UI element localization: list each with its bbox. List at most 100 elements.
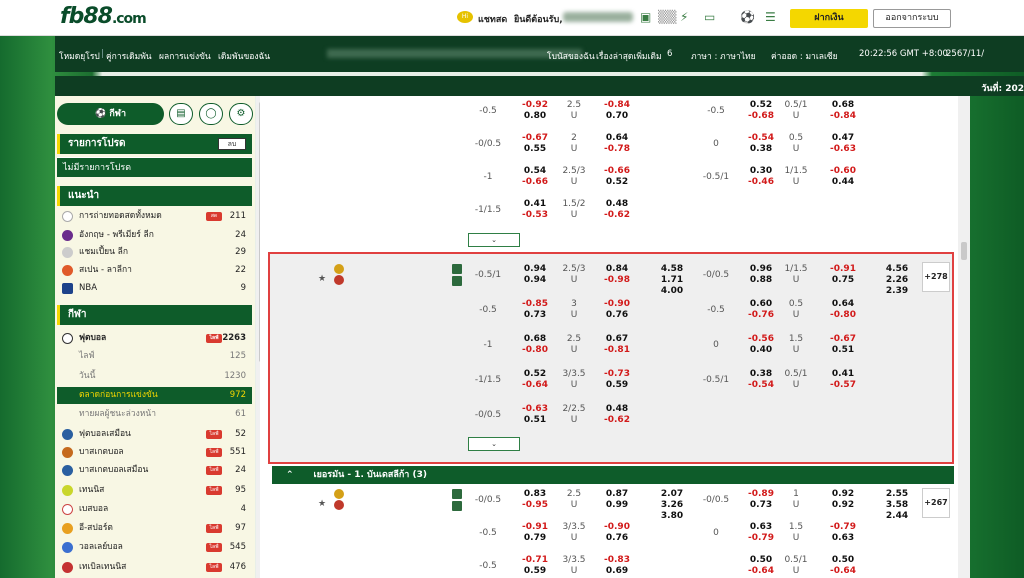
bet-slip-icon[interactable]: ▣ [640, 10, 651, 24]
sport-sub-prematch[interactable]: ตลาดก่อนการแข่งขัน 972 [57, 387, 252, 404]
clear-favorites-button[interactable]: ลบ [218, 138, 246, 150]
mobile-icon[interactable]: ▭ [704, 10, 715, 24]
rec-item-nba[interactable]: NBA 9 [57, 280, 252, 297]
rec-item-live[interactable]: การถ่ายทอดสดทั้งหมด สด 211 [57, 208, 252, 225]
odds-away[interactable]: -0.66 [515, 177, 555, 188]
half-odds-away[interactable]: -0.64 [741, 566, 781, 577]
odds-home[interactable]: -0.91 [515, 522, 555, 533]
rec-item-ucl[interactable]: แชมเปี้ยน ลีก 29 [57, 244, 252, 261]
half-odds-home[interactable]: 0.30 [741, 166, 781, 177]
odds-home[interactable]: -0.71 [515, 555, 555, 566]
sport-basketball[interactable]: บาสเกตบอล ไลฟ์ 551 [57, 444, 252, 461]
odds-away[interactable]: -0.95 [515, 500, 555, 511]
odds-home[interactable]: 0.83 [515, 489, 555, 500]
rec-item-epl[interactable]: อังกฤษ - พรีเมียร์ ลีก 24 [57, 227, 252, 244]
odds-away[interactable]: 0.59 [515, 566, 555, 577]
half-odds-home[interactable]: 0.50 [741, 555, 781, 566]
nav-bets[interactable]: คู่การเดิมพัน [106, 49, 152, 63]
chat-icon[interactable]: Hi [457, 11, 473, 23]
odds-away[interactable]: 0.80 [515, 111, 555, 122]
sport-baseball[interactable]: เบสบอล 4 [57, 501, 252, 518]
nav-more[interactable]: เรื่องล่าสุดเพิ่มเติม [596, 49, 662, 63]
main-scroll-thumb[interactable] [961, 242, 967, 260]
odds-under[interactable]: 0.99 [597, 500, 637, 511]
odds-under[interactable]: 0.70 [597, 111, 637, 122]
odds-under[interactable]: 0.52 [597, 177, 637, 188]
odds-over[interactable]: 0.64 [597, 133, 637, 144]
site-logo[interactable]: fb88.com [60, 4, 147, 29]
half-odds-home[interactable]: -0.89 [741, 489, 781, 500]
half-odds-over[interactable]: 0.92 [823, 489, 863, 500]
half-odds-home[interactable]: 0.63 [741, 522, 781, 533]
sport-football[interactable]: ฟุตบอล ไลฟ์ 2263 [57, 330, 252, 347]
nav-my-bets[interactable]: เดิมพันของฉัน [218, 49, 270, 63]
favorite-star-icon[interactable]: ★ [318, 499, 326, 510]
sport-esports[interactable]: อี-สปอร์ต ไลฟ์ 97 [57, 520, 252, 537]
odds-under[interactable]: -0.62 [597, 210, 637, 221]
nav-num[interactable]: 6 [667, 49, 672, 59]
sport-table-tennis[interactable]: เทเบิลเทนนิส ไลฟ์ 476 [57, 559, 252, 576]
odds-under[interactable]: -0.78 [597, 144, 637, 155]
sport-virtual-basketball[interactable]: บาสเกตบอลเสมือน ไลฟ์ 24 [57, 462, 252, 479]
odds-1x2[interactable]: 2.07 [652, 489, 692, 500]
tab-sports[interactable]: ⚽ กีฬา [57, 103, 164, 125]
half-odds-over[interactable]: -0.60 [823, 166, 863, 177]
half-odds-over[interactable]: 0.50 [823, 555, 863, 566]
odds-under[interactable]: 0.69 [597, 566, 637, 577]
stats-icon[interactable] [452, 489, 462, 499]
half-odds-over[interactable]: 0.68 [823, 100, 863, 111]
half-odds-home[interactable]: -0.54 [741, 133, 781, 144]
odds-over[interactable]: -0.90 [597, 522, 637, 533]
half-odds-under[interactable]: 0.44 [823, 177, 863, 188]
odds-over[interactable]: 0.87 [597, 489, 637, 500]
odds-over[interactable]: 0.48 [597, 199, 637, 210]
refresh-icon[interactable]: ⚡ [680, 10, 688, 24]
half-odds-over[interactable]: -0.79 [823, 522, 863, 533]
live-tracker-icon[interactable] [452, 501, 462, 511]
live-chat-link[interactable]: แชทสด [478, 12, 507, 26]
odds-home[interactable]: -0.92 [515, 100, 555, 111]
half-odds-under[interactable]: -0.63 [823, 144, 863, 155]
half-odds-over[interactable]: 0.47 [823, 133, 863, 144]
nav-odds-type[interactable]: ค่าออด : มาเลเซีย [771, 49, 838, 63]
nav-results[interactable]: ผลการแข่งขัน [159, 49, 211, 63]
more-markets-button[interactable]: +267 [922, 488, 950, 518]
gear-icon[interactable]: ⚙ [229, 103, 253, 125]
odds-1x2-half[interactable]: 3.58 [877, 500, 917, 511]
half-odds-away[interactable]: 0.38 [741, 144, 781, 155]
half-odds-away[interactable]: -0.68 [741, 111, 781, 122]
sport-sub-today[interactable]: วันนี้ 1230 [57, 368, 252, 385]
odds-over[interactable]: -0.83 [597, 555, 637, 566]
nav-bonus[interactable]: โบนัสของฉัน [547, 49, 595, 63]
odds-under[interactable]: 0.76 [597, 533, 637, 544]
odds-home[interactable]: 0.41 [515, 199, 555, 210]
odds-1x2[interactable]: 3.80 [652, 511, 692, 522]
view-all-button[interactable]: ⌄ [468, 233, 520, 247]
sports-icon[interactable]: ⚽ [740, 10, 755, 24]
odds-1x2[interactable]: 3.26 [652, 500, 692, 511]
nav-euro-mode[interactable]: โหมดยุโรป [59, 49, 100, 63]
odds-away[interactable]: -0.53 [515, 210, 555, 221]
sport-volleyball[interactable]: วอลเลย์บอล ไลฟ์ 545 [57, 539, 252, 556]
odds-over[interactable]: -0.66 [597, 166, 637, 177]
logout-button[interactable]: ออกจากระบบ [873, 9, 951, 28]
half-odds-away[interactable]: -0.46 [741, 177, 781, 188]
odds-home[interactable]: 0.54 [515, 166, 555, 177]
odds-1x2-half[interactable]: 2.55 [877, 489, 917, 500]
sport-virtual-football[interactable]: ฟุตบอลเสมือน ไลฟ์ 52 [57, 426, 252, 443]
odds-1x2-half[interactable]: 2.44 [877, 511, 917, 522]
half-odds-under[interactable]: -0.84 [823, 111, 863, 122]
half-odds-away[interactable]: 0.73 [741, 500, 781, 511]
calendar-icon[interactable]: ▤ [169, 103, 193, 125]
odds-away[interactable]: 0.79 [515, 533, 555, 544]
odds-over[interactable]: -0.84 [597, 100, 637, 111]
nav-language[interactable]: ภาษา : ภาษาไทย [691, 49, 756, 63]
half-odds-under[interactable]: 0.92 [823, 500, 863, 511]
deposit-button[interactable]: ฝากเงิน [790, 9, 868, 28]
half-odds-under[interactable]: -0.64 [823, 566, 863, 577]
main-scrollbar[interactable] [958, 96, 970, 578]
rec-item-laliga[interactable]: สเปน - ลาลีกา 22 [57, 262, 252, 279]
sport-tennis[interactable]: เทนนิส ไลฟ์ 95 [57, 482, 252, 499]
odds-home[interactable]: -0.67 [515, 133, 555, 144]
menu-list-icon[interactable]: ☰ [765, 10, 776, 24]
